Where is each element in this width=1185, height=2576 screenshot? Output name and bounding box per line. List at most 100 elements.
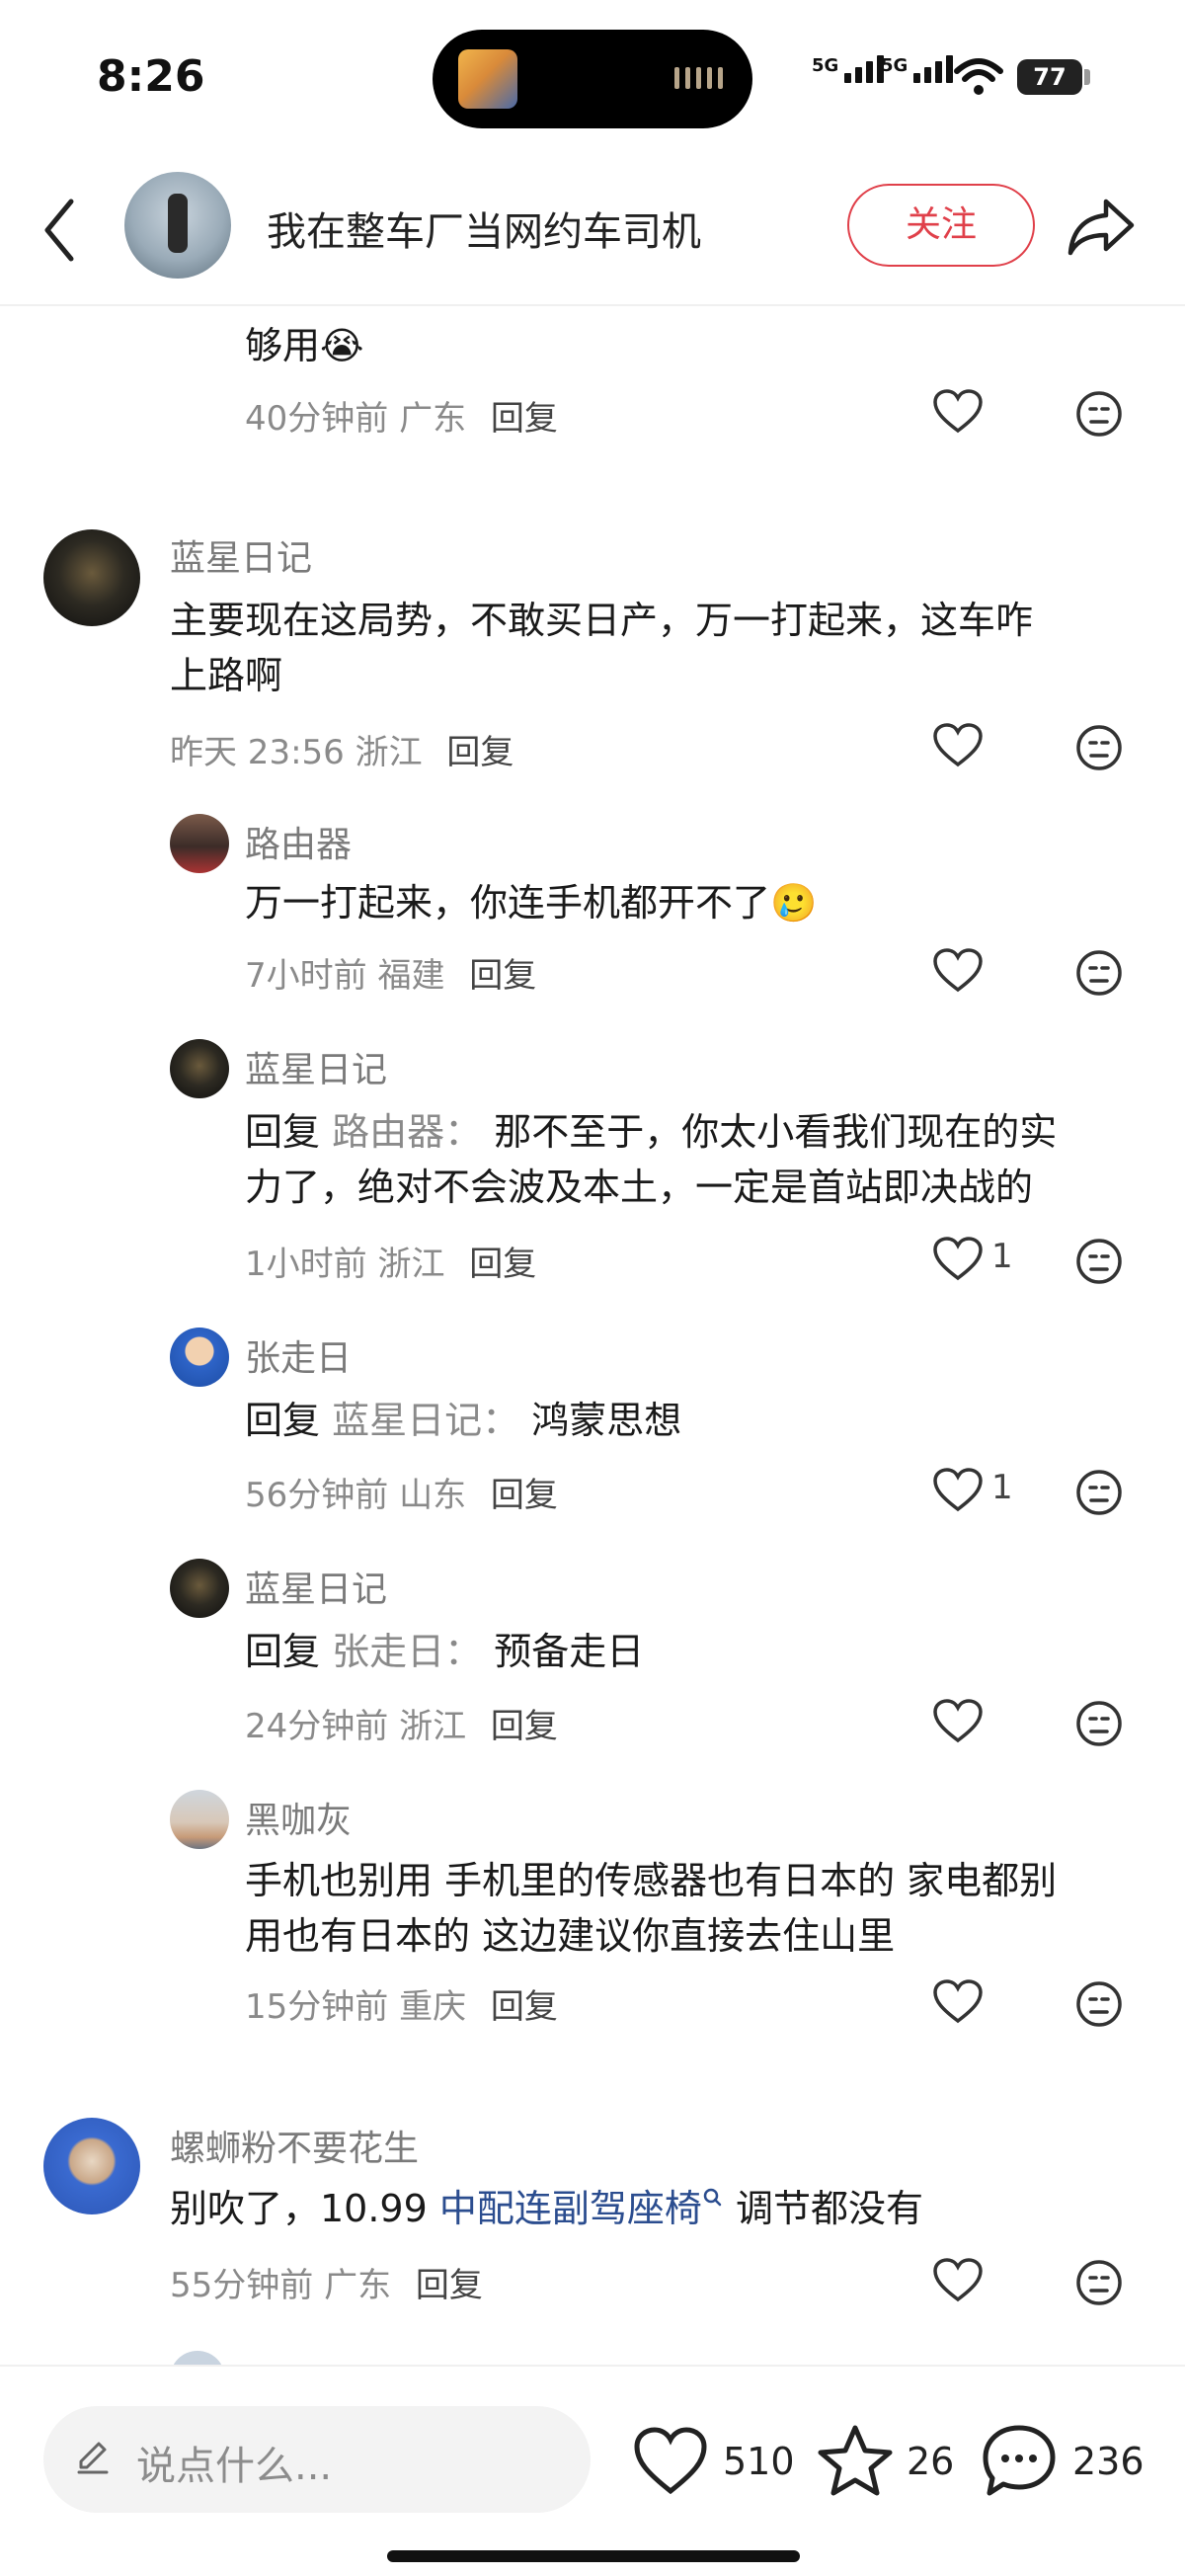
comment-meta: 1小时前 浙江 回复 [245,1237,536,1285]
comment-text-line-2: 力了，绝对不会波及本土，一定是首站即决战的 [245,1166,1034,1209]
dislike-face-icon[interactable] [1074,723,1124,772]
dislike-face-icon[interactable] [1074,1979,1124,2029]
home-indicator[interactable] [387,2550,800,2562]
author-avatar[interactable] [124,172,231,279]
dynamic-island[interactable] [433,30,752,128]
comment-text-line-2: 用也有日本的 这边建议你直接去住山里 [245,1914,896,1958]
comment-location: 浙江 [355,733,423,772]
comment-username[interactable]: 蓝星日记 [170,529,312,581]
comment-body: 预备走日 [494,1630,645,1673]
comment-username[interactable]: 螺蛳粉不要花生 [170,2120,419,2171]
comment-location: 浙江 [377,1245,445,1284]
avatar[interactable] [170,1559,229,1618]
back-arrow-icon[interactable] [38,196,81,265]
dislike-face-icon[interactable] [1074,1699,1124,1748]
comment-time: 24分钟前 [245,1707,389,1746]
comment-location: 重庆 [399,1987,467,2027]
reply-button[interactable]: 回复 [491,1707,558,1746]
search-link-icon[interactable] [702,2187,724,2213]
comment-text: 万一打起来，你连手机都开不了🥲 [245,881,818,925]
reply-button[interactable]: 回复 [469,956,536,996]
comment-location: 福建 [377,956,445,996]
search-link[interactable]: 中配连副驾座椅 [439,2187,702,2230]
reply-button[interactable]: 回复 [446,733,514,772]
like-icon[interactable] [932,1979,984,2025]
cellular-signal-icon: 5G [812,55,885,83]
avatar[interactable] [170,814,229,873]
dislike-face-icon[interactable] [1074,948,1124,998]
battery-indicator: 77 [1017,59,1082,95]
status-bar: 8:26 5G 5G 77 [0,0,1185,158]
comment-text: 回复 张走日： 预备走日 [245,1624,644,1679]
comment-location: 广东 [399,399,467,439]
avatar[interactable] [43,2118,140,2214]
author-name[interactable]: 我在整车厂当网约车司机 [267,200,701,257]
comment-username[interactable]: 张走日 [245,1329,352,1381]
like-icon[interactable] [932,1237,984,1282]
bottom-action-bar: 说点什么... 510 26 236 [0,2365,1185,2576]
comment-input[interactable]: 说点什么... [43,2406,591,2513]
wifi-icon [954,58,1003,95]
comment-meta: 55分钟前 广东 回复 [170,2258,483,2306]
reply-target[interactable]: 路由器： [332,1110,482,1154]
comment-meta: 24分钟前 浙江 回复 [245,1699,558,1747]
reply-button[interactable]: 回复 [491,1987,558,2027]
comment-meta: 昨天 23:56 浙江 回复 [170,725,514,773]
like-count: 1 [991,1468,1013,1507]
comment-bubble-icon[interactable] [980,2422,1059,2501]
dislike-face-icon[interactable] [1074,389,1124,439]
dislike-face-icon[interactable] [1074,2258,1124,2307]
cellular-signal-2-icon: 5G [881,55,954,83]
like-icon[interactable] [932,948,984,994]
comment-text: 那不至于，你太小看我们现在的实 [494,1110,1058,1154]
reply-prefix: 回复 [245,1399,321,1442]
avatar[interactable] [170,1328,229,1387]
like-icon[interactable] [932,723,984,768]
comment-location: 浙江 [399,1707,467,1746]
reply-button[interactable]: 回复 [416,2266,483,2305]
comment-count: 236 [1072,2440,1145,2483]
dislike-face-icon[interactable] [1074,1468,1124,1517]
avatar[interactable] [170,1790,229,1849]
comment-input-placeholder: 说点什么... [136,2444,333,2489]
dislike-face-icon[interactable] [1074,1237,1124,1286]
comment-meta: 56分钟前 山东 回复 [245,1468,558,1516]
comment-text-line-2: 上路啊 [170,654,283,697]
comment-text-line-1: 手机也别用 手机里的传感器也有日本的 家电都别 [245,1859,1058,1902]
reply-button[interactable]: 回复 [491,399,558,439]
reply-target[interactable]: 蓝星日记： [332,1399,519,1442]
like-icon[interactable] [932,1699,984,1744]
comment-text-line-1: 主要现在这局势，不敢买日产，万一打起来，这车咋 [170,599,1034,642]
avatar[interactable] [43,529,140,626]
comment-text: 别吹了，10.99 中配连副驾座椅 调节都没有 [170,2181,923,2236]
comment-time: 55分钟前 [170,2266,314,2305]
reply-button[interactable]: 回复 [469,1245,536,1284]
reply-target[interactable]: 张走日： [332,1630,482,1673]
comment-meta: 15分钟前 重庆 回复 [245,1979,558,2028]
comment-text: 回复 蓝星日记： 鸿蒙思想 [245,1393,681,1448]
status-time: 8:26 [97,51,205,102]
avatar[interactable] [170,1039,229,1098]
favorite-star-icon[interactable] [816,2422,895,2501]
follow-button[interactable]: 关注 [847,184,1035,267]
favorite-count: 26 [907,2440,955,2483]
signal-1-label: 5G [812,55,839,76]
comment-username[interactable]: 蓝星日记 [245,1041,387,1092]
like-icon[interactable] [932,389,984,435]
like-icon[interactable] [932,2258,984,2303]
comment-time: 昨天 23:56 [170,733,345,772]
like-post-icon[interactable] [632,2422,709,2501]
battery-tip [1084,69,1090,85]
comment-username[interactable]: 黑咖灰 [245,1792,352,1843]
comment-meta: 40分钟前 广东 回复 [245,391,558,440]
share-icon[interactable] [1066,196,1136,259]
signal-2-label: 5G [881,55,908,76]
comment-location: 广东 [324,2266,392,2305]
comment-time: 15分钟前 [245,1987,389,2027]
comment-text: 够用😭 [245,324,364,367]
audio-wave-icon [674,67,723,89]
like-icon[interactable] [932,1468,984,1513]
comment-username[interactable]: 蓝星日记 [245,1561,387,1612]
comment-username[interactable]: 路由器 [245,816,352,867]
reply-button[interactable]: 回复 [491,1476,558,1515]
